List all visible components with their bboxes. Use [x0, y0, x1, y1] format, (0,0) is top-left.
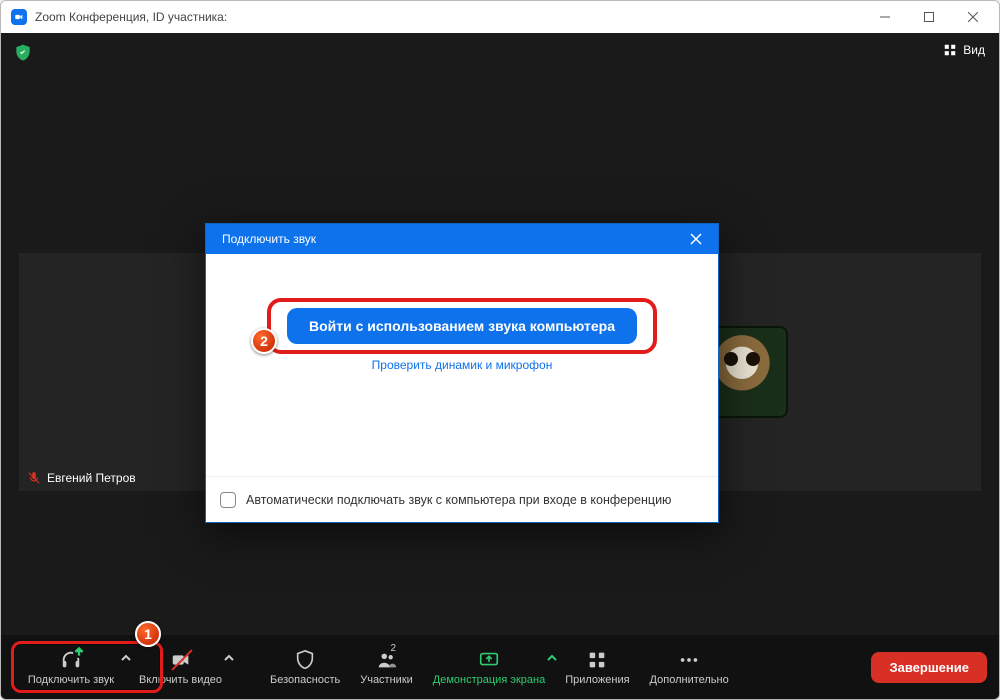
window-close-button[interactable]	[951, 1, 995, 33]
zoom-logo-icon	[11, 9, 27, 25]
apps-button[interactable]: Приложения	[555, 645, 639, 690]
auto-join-audio-checkbox[interactable]	[220, 492, 236, 508]
chevron-up-icon[interactable]	[224, 653, 234, 666]
dialog-title: Подключить звук	[222, 232, 316, 246]
annotation-badge-1: 1	[135, 621, 161, 647]
security-button[interactable]: Безопасность	[260, 645, 350, 690]
more-horizontal-icon	[678, 649, 700, 671]
start-video-button[interactable]: Включить видео	[129, 645, 232, 690]
view-selector[interactable]: Вид	[943, 43, 985, 57]
share-screen-icon	[478, 649, 500, 671]
shield-icon	[294, 649, 316, 671]
dialog-close-button[interactable]	[682, 225, 710, 253]
annotation-badge-2: 2	[251, 328, 277, 354]
test-speaker-mic-link[interactable]: Проверить динамик и микрофон	[372, 358, 553, 372]
participant-name-tag: Евгений Петров	[27, 471, 136, 485]
window-minimize-button[interactable]	[863, 1, 907, 33]
join-audio-dialog: Подключить звук Войти с использованием з…	[205, 223, 719, 523]
share-screen-button[interactable]: Демонстрация экрана	[423, 645, 555, 690]
app-window: Zoom Конференция, ID участника: Вид Евге…	[0, 0, 1000, 700]
join-audio-button[interactable]: Подключить звук	[13, 645, 129, 690]
titlebar: Zoom Конференция, ID участника:	[1, 1, 999, 33]
end-meeting-button[interactable]: Завершение	[871, 652, 987, 683]
apps-icon	[586, 649, 608, 671]
auto-join-audio-label: Автоматически подключать звук с компьюте…	[246, 493, 671, 507]
view-label: Вид	[963, 43, 985, 57]
window-maximize-button[interactable]	[907, 1, 951, 33]
join-computer-audio-button[interactable]: Войти с использованием звука компьютера	[287, 308, 637, 344]
more-button[interactable]: Дополнительно	[640, 645, 739, 690]
participants-count: 2	[391, 643, 397, 654]
meeting-stage: Вид Евгений Петров Подключить звук	[1, 33, 999, 699]
dialog-titlebar: Подключить звук	[206, 224, 718, 254]
participants-button[interactable]: 2 Участники	[350, 645, 423, 690]
mic-muted-icon	[27, 471, 41, 485]
dialog-body: Войти с использованием звука компьютера …	[206, 254, 718, 476]
arrow-up-icon	[73, 646, 85, 658]
window-title: Zoom Конференция, ID участника:	[35, 10, 227, 24]
dialog-footer: Автоматически подключать звук с компьюте…	[206, 476, 718, 522]
encryption-shield-icon[interactable]	[13, 43, 33, 68]
